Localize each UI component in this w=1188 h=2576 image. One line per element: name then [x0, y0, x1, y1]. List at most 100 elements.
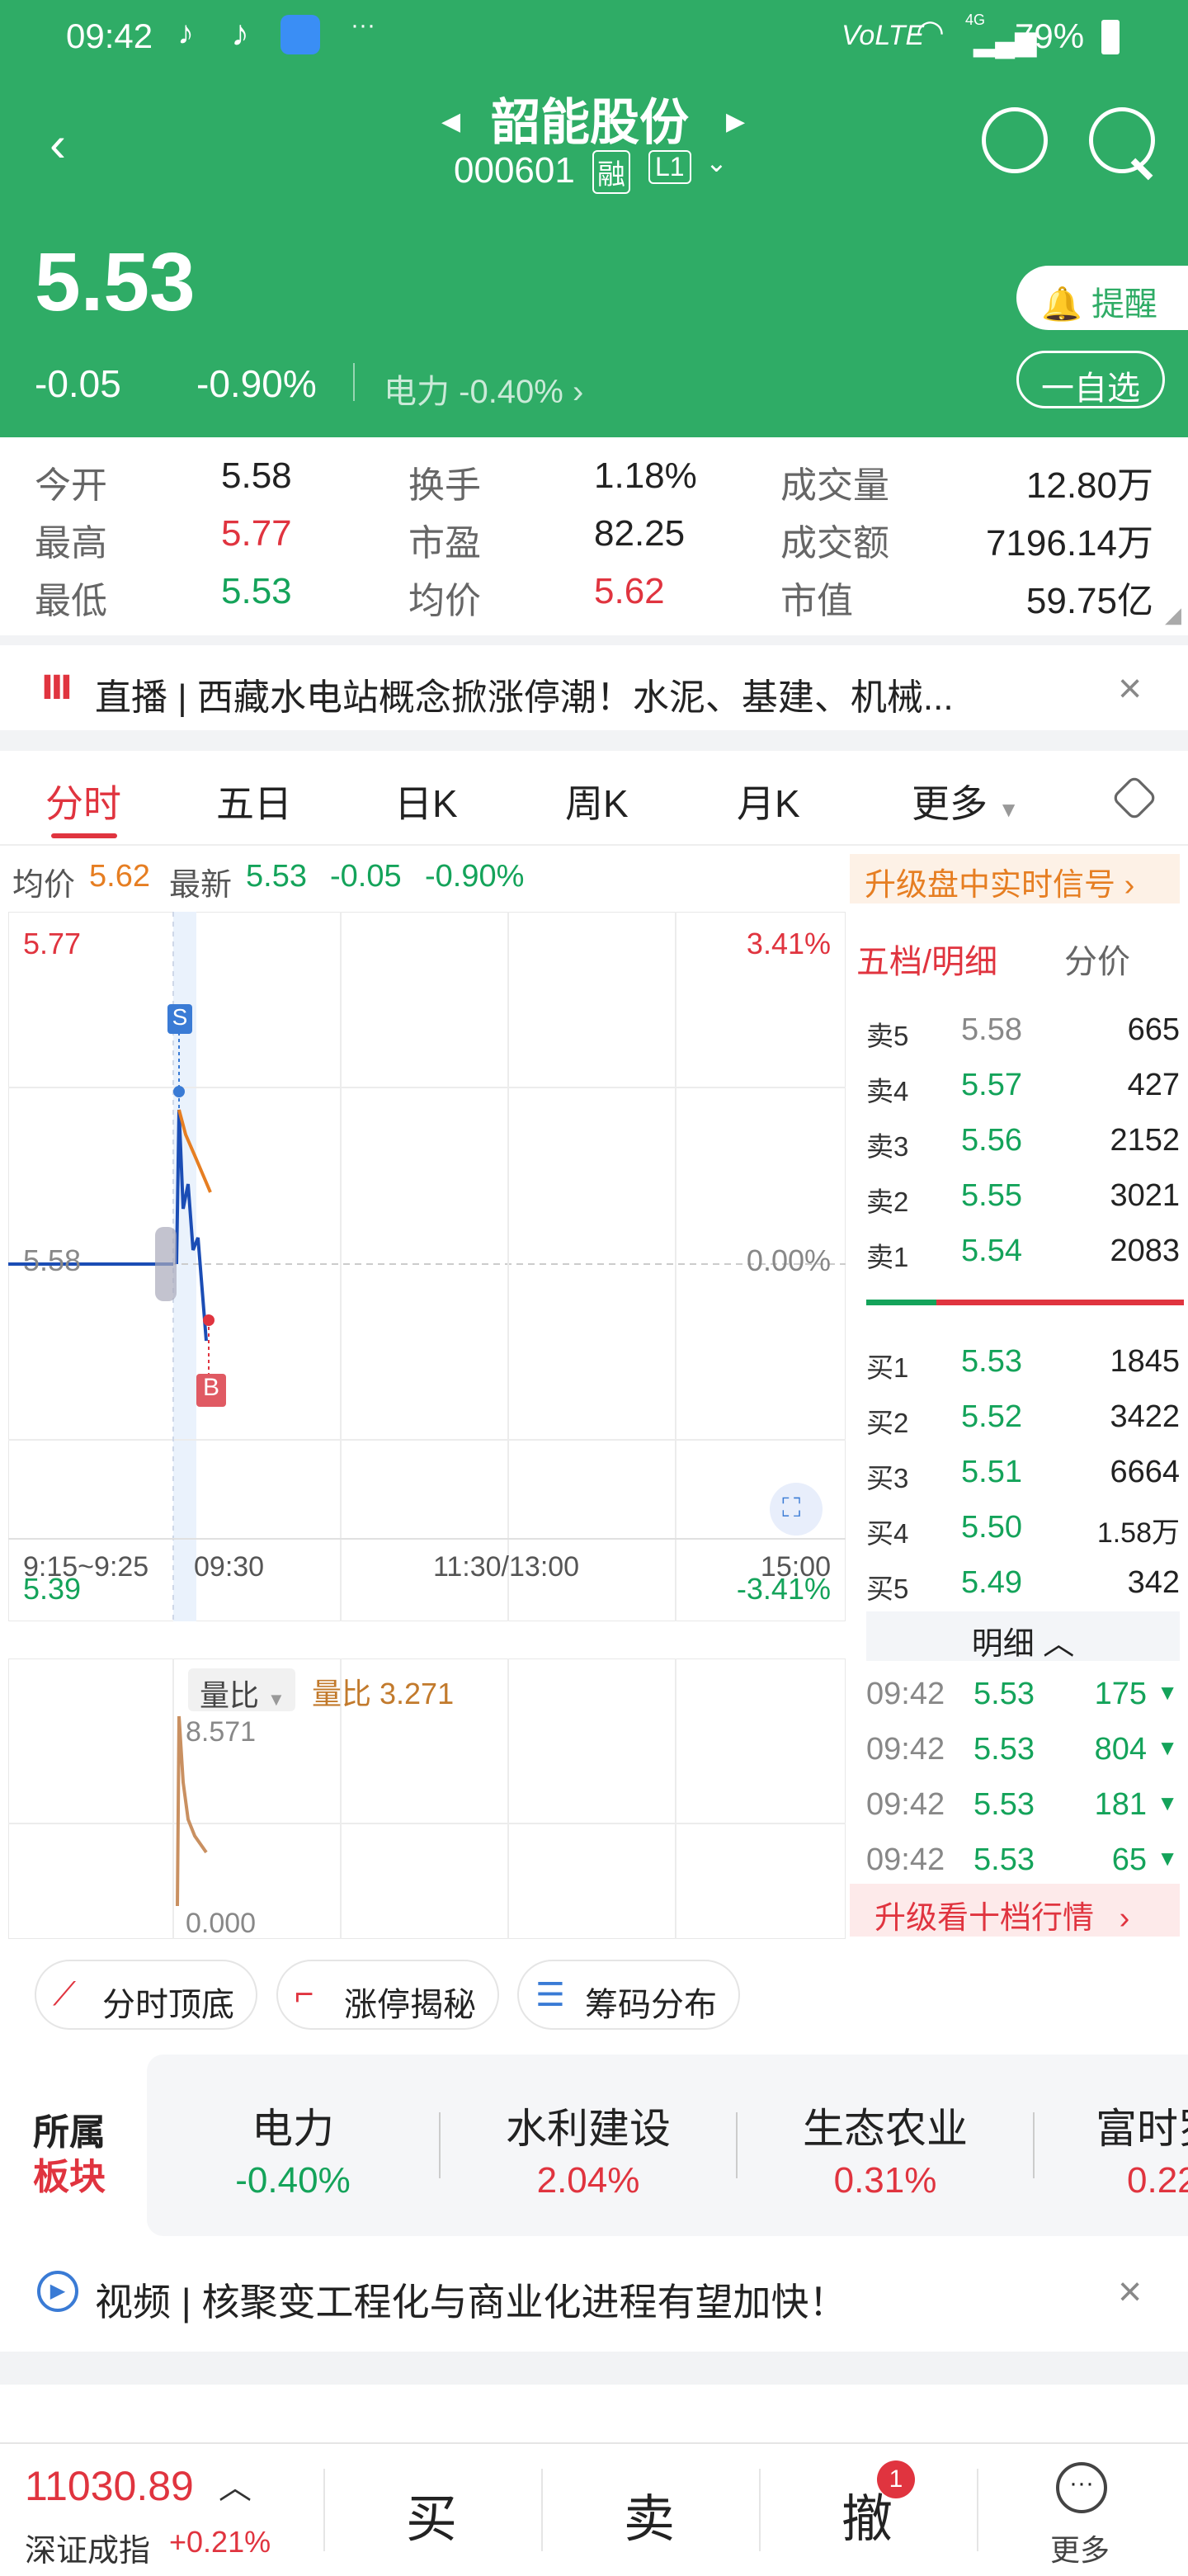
bid-label: 买5 [866, 1573, 909, 1604]
more-label: 更多 [1050, 2533, 1110, 2567]
index-name: 深证成指 [25, 2534, 151, 2569]
tiktok-icon: ♪ [231, 13, 249, 54]
ask-price: 5.56 [961, 1123, 1022, 1158]
volume-max-label: 8.571 [186, 1716, 257, 1748]
ask-price: 5.58 [961, 1012, 1022, 1047]
turnover-value: 1.18% [594, 455, 697, 496]
sector-item-name: 富时罗 [1096, 2106, 1188, 2152]
bell-icon: 🔔 [1041, 286, 1082, 323]
quote-label: 成交量 [780, 465, 889, 506]
bid-row: 买5 5.49 342 [866, 1555, 1180, 1610]
ask-row: 卖4 5.57 427 [866, 1058, 1180, 1112]
bid-row: 买2 5.52 3422 [866, 1389, 1180, 1444]
live-news-banner[interactable]: Ⅲ 直播 | 西藏水电站概念掀涨停潮！水泥、基建、机械... × [0, 648, 1188, 730]
sector-item[interactable]: 水利建设 2.04% [441, 2096, 736, 2201]
tab-order-book[interactable]: 五档/明细 [856, 935, 997, 983]
bottom-action-bar: 11030.89 ︿ 深证成指 +0.21% 买 卖 撤 1 ··· 更多 [0, 2442, 1188, 2574]
ask-row: 卖1 5.54 2083 [866, 1224, 1180, 1278]
search-icon[interactable] [1089, 107, 1155, 173]
sector-item-pct: 0.31% [833, 2160, 937, 2201]
refresh-icon[interactable] [982, 107, 1048, 173]
upgrade-ten-level-label: 升级看十档行情 [874, 1901, 1095, 1936]
ask-qty: 3021 [1110, 1178, 1180, 1213]
chip-distribution-button[interactable]: ☰ 筹码分布 [517, 1960, 740, 2030]
divider [0, 730, 1188, 751]
upgrade-signal-button[interactable]: 升级盘中实时信号 › [850, 854, 1180, 903]
buy-button[interactable]: 买 [406, 2477, 457, 2551]
volume-ratio-selector-label: 量比 [200, 1678, 260, 1712]
sector-item[interactable]: 生态农业 0.31% [738, 2096, 1033, 2201]
sector-item-pct: -0.40% [235, 2160, 351, 2201]
tab-more[interactable]: 更多 ▼ [912, 774, 1020, 828]
chevron-down-icon[interactable]: ⌄ [705, 147, 728, 178]
tab-five-day[interactable]: 五日 [216, 774, 292, 828]
sector-item[interactable]: 富时罗 0.22 [1096, 2096, 1188, 2201]
tiktok-lite-icon: ♪ [177, 15, 194, 51]
limit-up-reveal-button[interactable]: ⌐ 涨停揭秘 [276, 1960, 499, 2030]
time-label: 9:15~9:25 [23, 1551, 149, 1583]
drag-handle [155, 1227, 177, 1301]
price-change: -0.05 [35, 362, 121, 405]
video-news-banner[interactable]: ▶ 视频 | 核聚变工程化与商业化进程有望加快！ × [0, 2253, 1188, 2343]
quote-label: 最低 [35, 581, 107, 621]
upgrade-ten-level-button[interactable]: 升级看十档行情 › [850, 1884, 1180, 1937]
trade-price: 5.53 [974, 1787, 1035, 1822]
avg-value: 5.62 [89, 859, 150, 894]
intraday-top-bottom-button[interactable]: ⟋ 分时顶底 [35, 1960, 257, 2030]
ask-qty: 665 [1127, 1012, 1180, 1047]
chart-tabs: 分时 五日 日K 周K 月K 更多 ▼ [0, 751, 1188, 846]
sell-button[interactable]: 卖 [624, 2477, 675, 2551]
stock-header: ‹ ◀ 韶能股份 ▶ 000601 融 L1 ⌄ 5.53 -0.05 -0.9… [0, 74, 1188, 437]
pct-high-label: 3.41% [746, 927, 831, 960]
close-icon[interactable]: × [1118, 664, 1142, 712]
caret-down-icon: ▼ [997, 797, 1020, 822]
settings-icon[interactable] [1110, 774, 1158, 822]
trade-price: 5.53 [974, 1677, 1035, 1711]
sector-item-name: 生态农业 [803, 2106, 968, 2152]
price-change-pct: -0.90% [196, 362, 317, 405]
tab-intraday[interactable]: 分时 [45, 774, 121, 828]
time-label: 15:00 [760, 1551, 831, 1583]
tab-weekly-k[interactable]: 周K [565, 774, 629, 828]
bid-label: 买3 [866, 1463, 909, 1493]
sector-title-2: 板块 [33, 2157, 106, 2197]
intraday-summary: 均价 5.62 最新 5.53 -0.05 -0.90% 升级盘中实时信号 › [0, 854, 1188, 903]
trade-detail-row: 09:42 5.53 181 ▼ [866, 1777, 1188, 1832]
ask-row: 卖3 5.56 2152 [866, 1113, 1180, 1168]
sector-item[interactable]: 电力 -0.40% [147, 2096, 439, 2201]
close-icon[interactable]: × [1118, 2267, 1142, 2315]
market-cap-value: 59.75亿 [1025, 581, 1153, 621]
remind-button[interactable]: 🔔 提醒 [1016, 266, 1188, 330]
sector-item-name: 水利建设 [506, 2106, 671, 2152]
more-icon[interactable]: ··· [1056, 2462, 1107, 2513]
index-ticker[interactable]: 11030.89 ︿ 深证成指 +0.21% [0, 2444, 322, 2576]
detail-toggle[interactable]: 明细 ︿ [866, 1611, 1180, 1662]
stock-code: 000601 [454, 150, 575, 191]
chip-icon: ☰ [535, 1977, 565, 2013]
sell-signal-marker[interactable]: S [167, 1004, 192, 1034]
volume-min-label: 0.000 [186, 1908, 257, 1939]
fullscreen-icon[interactable]: ⛶ [782, 1493, 800, 1524]
watchlist-button[interactable]: 一自选 [1016, 351, 1165, 408]
sector-link[interactable]: 电力 -0.40% › [384, 365, 583, 413]
tab-daily-k[interactable]: 日K [394, 774, 458, 828]
ask-price: 5.57 [961, 1068, 1022, 1102]
tab-monthly-k[interactable]: 月K [737, 774, 800, 828]
divider [353, 363, 355, 401]
buy-signal-marker[interactable]: B [196, 1374, 226, 1407]
tab-price-distribution[interactable]: 分价 [1064, 935, 1130, 983]
ask-price: 5.55 [961, 1178, 1022, 1213]
next-stock-icon[interactable]: ▶ [726, 107, 745, 136]
intraday-chart[interactable]: 5.77 5.58 5.39 3.41% 0.00% -3.41% S B ⛶ … [7, 911, 846, 1622]
trade-price: 5.53 [974, 1842, 1035, 1877]
expand-corner-icon[interactable]: ◢ [1165, 602, 1181, 628]
back-arrow-icon[interactable]: ‹ [50, 116, 66, 172]
avg-label: 均价 [12, 868, 76, 903]
volume-ratio-selector[interactable]: 量比 ▼ [188, 1668, 295, 1712]
volte-icon: VoLTE [842, 20, 925, 51]
play-icon: ▶ [37, 2271, 78, 2312]
time-label: 09:30 [194, 1551, 265, 1583]
prev-stock-icon[interactable]: ◀ [441, 107, 460, 136]
volume-ratio-chart[interactable]: 量比 ▼ 量比 3.271 8.571 0.000 [7, 1658, 846, 1940]
divider [759, 2469, 761, 2551]
